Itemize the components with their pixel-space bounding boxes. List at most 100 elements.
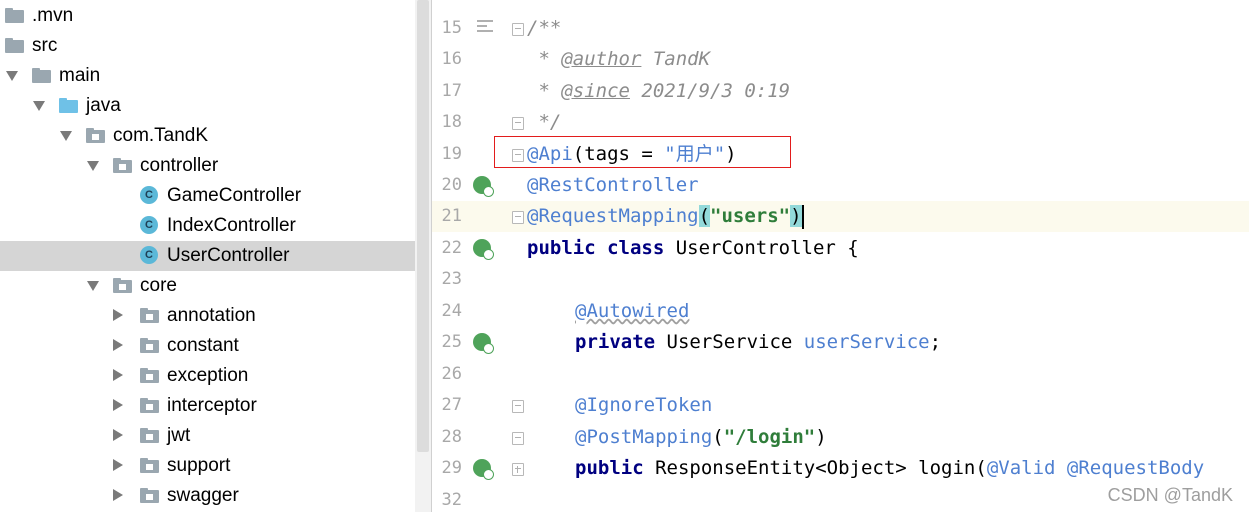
code-line-21[interactable]: @RequestMapping("users"): [527, 201, 804, 232]
tree-item-label: src: [32, 35, 58, 56]
tree-item-gamecontroller[interactable]: C GameController: [0, 181, 415, 211]
code-line-18[interactable]: */: [527, 107, 561, 138]
javadoc-tag: @author: [561, 48, 642, 70]
tree-item-annotation[interactable]: annotation: [0, 301, 415, 331]
code-text: (: [712, 426, 724, 448]
chevron-right-icon[interactable]: [113, 459, 123, 471]
tree-item-java[interactable]: java: [0, 91, 415, 121]
code-line-24[interactable]: @Autowired: [575, 296, 689, 327]
tree-scrollbar[interactable]: [415, 0, 431, 512]
code-line-17[interactable]: * @since 2021/9/3 0:19: [527, 76, 790, 107]
chevron-right-icon[interactable]: [113, 369, 123, 381]
tree-item-label: swagger: [167, 485, 239, 506]
tree-item-label: exception: [167, 365, 249, 386]
string-literal: "/login": [723, 426, 816, 448]
chevron-right-icon[interactable]: [113, 399, 123, 411]
package-icon: [113, 278, 132, 293]
chevron-down-icon[interactable]: [87, 281, 99, 291]
tree-item-com-tandk[interactable]: com.TandK: [0, 121, 415, 151]
tree-item-label: controller: [140, 155, 219, 176]
tree-item-label: GameController: [167, 185, 302, 206]
code-line-29[interactable]: public ResponseEntity<Object> login(@Val…: [575, 453, 1204, 484]
tree-item-core[interactable]: core: [0, 271, 415, 301]
package-icon: [86, 128, 105, 143]
chevron-right-icon[interactable]: [113, 309, 123, 321]
comment-text: 2021/9/3 0:19: [629, 80, 791, 102]
keyword: public class: [527, 237, 665, 259]
line-number: 21: [441, 206, 462, 226]
tree-item-swagger[interactable]: swagger: [0, 481, 415, 511]
annotation: @RequestBody: [1055, 457, 1205, 479]
tree-item-label: main: [59, 65, 101, 86]
request-mapping-icon[interactable]: [473, 459, 494, 480]
tree-item-label: core: [140, 275, 177, 296]
tree-item-main[interactable]: main: [0, 61, 415, 91]
code-text: ): [815, 426, 827, 448]
fold-start-icon[interactable]: [512, 400, 524, 413]
tree-item-support[interactable]: support: [0, 451, 415, 481]
code-text: UserController {: [664, 237, 859, 259]
tree-item-indexcontroller[interactable]: C IndexController: [0, 211, 415, 241]
tree-item-label: constant: [167, 335, 239, 356]
fold-end-icon[interactable]: [512, 432, 524, 445]
code-line-20[interactable]: @RestController: [527, 170, 699, 201]
folder-icon: [32, 68, 51, 83]
code-line-22[interactable]: public class UserController {: [527, 233, 859, 264]
bean-class-icon[interactable]: [473, 239, 494, 260]
tree-item-controller[interactable]: controller: [0, 151, 415, 181]
line-number: 28: [441, 427, 462, 447]
keyword: private: [575, 331, 656, 353]
line-number: 26: [441, 364, 462, 384]
autowired-navigate-icon[interactable]: [473, 333, 494, 354]
code-text: UserService: [655, 331, 804, 353]
chevron-down-icon[interactable]: [33, 101, 45, 111]
code-line-16[interactable]: * @author TandK: [527, 44, 710, 75]
code-line-28[interactable]: @PostMapping("/login"): [575, 422, 827, 453]
code-line-25[interactable]: private UserService userService;: [575, 327, 941, 358]
chevron-down-icon[interactable]: [6, 71, 18, 81]
tree-item-interceptor[interactable]: interceptor: [0, 391, 415, 421]
tree-item-usercontroller[interactable]: C UserController: [0, 241, 415, 271]
annotation: @Valid: [986, 457, 1056, 479]
tree-item-exception[interactable]: exception: [0, 361, 415, 391]
comment-text: *: [527, 48, 562, 70]
tree-item-constant[interactable]: constant: [0, 331, 415, 361]
chevron-right-icon[interactable]: [113, 339, 123, 351]
line-number: 29: [441, 458, 462, 478]
package-icon: [140, 338, 159, 353]
annotation: @PostMapping: [575, 426, 713, 448]
line-number: 32: [441, 490, 462, 510]
code-text: ): [790, 205, 802, 227]
tree-item-mvn[interactable]: .mvn: [0, 1, 415, 31]
line-number: 19: [441, 144, 462, 164]
code-text: ResponseEntity<Object> login(: [643, 457, 987, 479]
fold-start-icon[interactable]: [512, 23, 524, 36]
tree-item-label: support: [167, 455, 231, 476]
tree-item-jwt[interactable]: jwt: [0, 421, 415, 451]
bean-icon[interactable]: [473, 176, 494, 197]
tree-item-src[interactable]: src: [0, 31, 415, 61]
line-number: 15: [441, 18, 462, 38]
code-line-15[interactable]: /**: [527, 13, 561, 44]
line-number: 16: [441, 49, 462, 69]
fold-start-icon[interactable]: [512, 211, 524, 224]
field-name: userService: [803, 331, 930, 353]
fold-end-icon[interactable]: [512, 117, 524, 130]
javadoc-tag: @since: [561, 80, 630, 102]
line-number: 22: [441, 238, 462, 258]
chevron-right-icon[interactable]: [113, 489, 123, 501]
fold-expand-icon[interactable]: [512, 463, 524, 476]
folder-icon: [5, 38, 24, 53]
comment-text: */: [527, 111, 562, 133]
text-caret: [801, 204, 804, 229]
line-number: 25: [441, 332, 462, 352]
watermark: CSDN @TandK: [1107, 485, 1233, 505]
chevron-down-icon[interactable]: [60, 131, 72, 141]
chevron-down-icon[interactable]: [87, 161, 99, 171]
tree-scrollbar-thumb[interactable]: [417, 0, 429, 452]
chevron-right-icon[interactable]: [113, 429, 123, 441]
code-line-27[interactable]: @IgnoreToken: [575, 390, 712, 421]
code-text: ;: [929, 331, 942, 353]
rendered-doc-icon[interactable]: [477, 20, 493, 34]
string-literal: "users": [710, 205, 791, 227]
